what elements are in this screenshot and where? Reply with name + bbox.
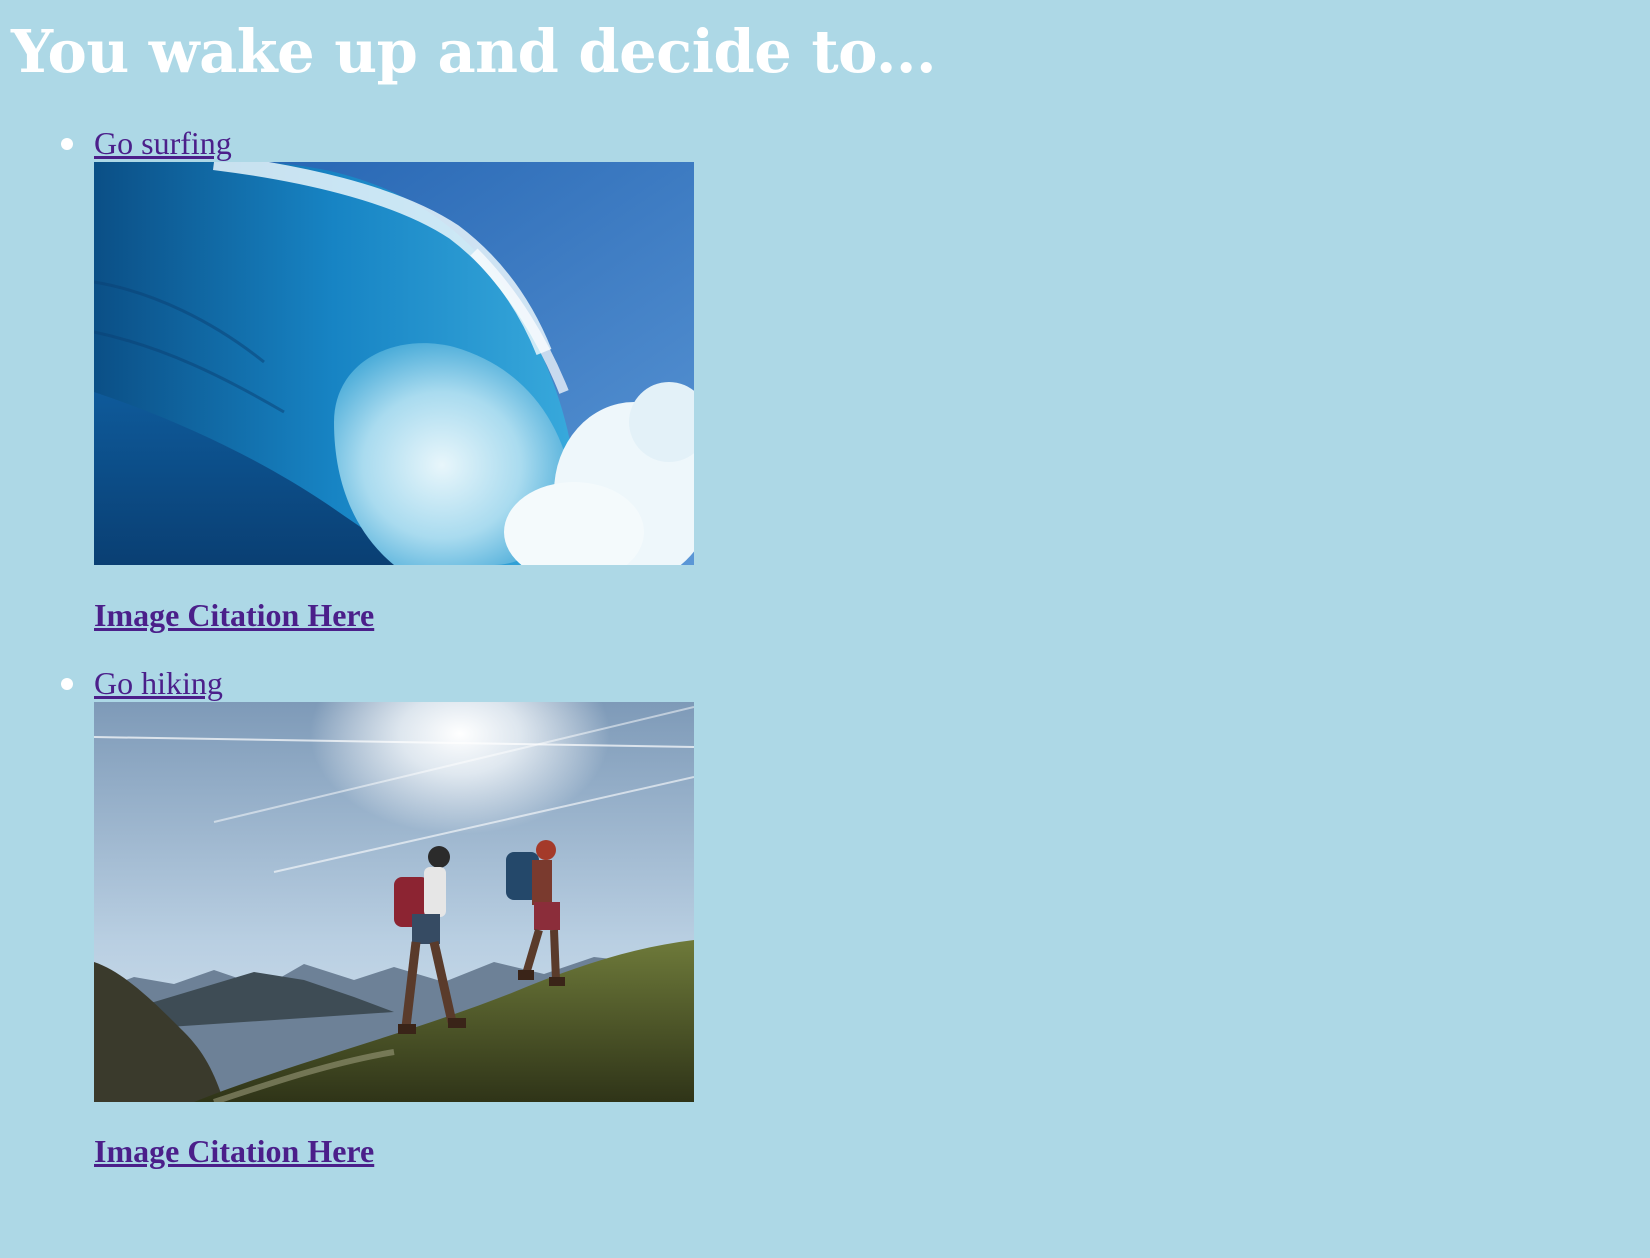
go-surfing-link[interactable]: Go surfing xyxy=(94,125,232,161)
hiking-image-citation-link[interactable]: Image Citation Here xyxy=(94,1133,374,1169)
page-title: You wake up and decide to... xyxy=(11,17,937,86)
ocean-wave-photo xyxy=(94,162,694,565)
surfing-image-citation-link[interactable]: Image Citation Here xyxy=(94,597,374,633)
list-bullet-icon xyxy=(61,138,73,150)
hikers-mountain-photo xyxy=(94,702,694,1102)
list-bullet-icon xyxy=(61,678,73,690)
go-hiking-link[interactable]: Go hiking xyxy=(94,665,223,701)
